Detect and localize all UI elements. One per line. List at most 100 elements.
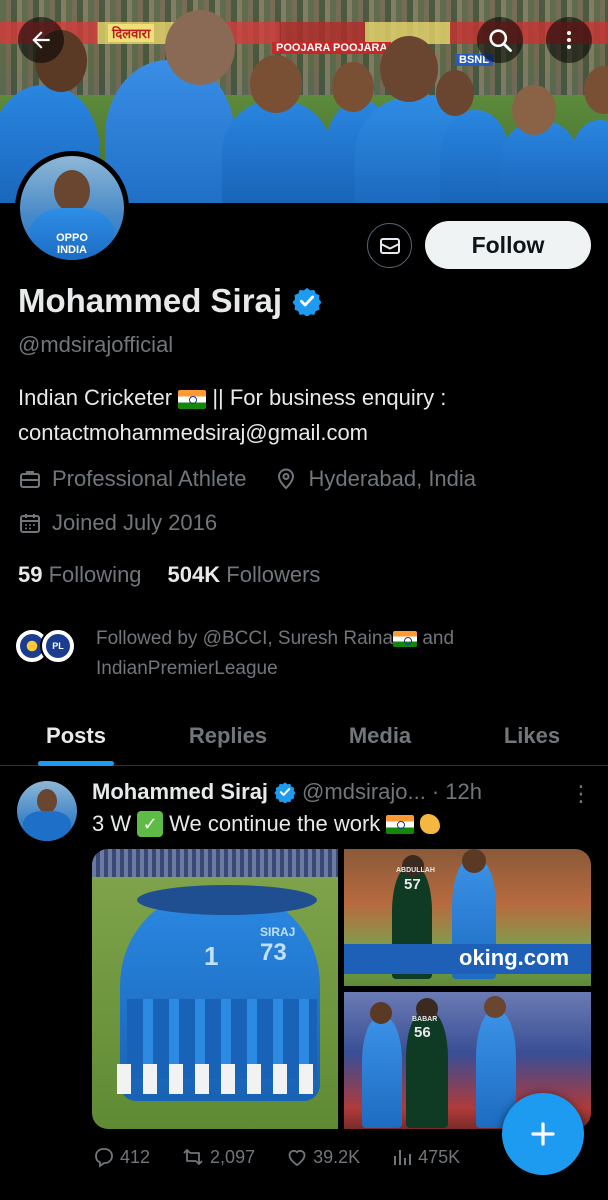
back-arrow-icon [32,31,50,49]
banner-ad-text: POOJARA POOJARA [272,42,392,54]
mail-icon [379,237,400,254]
message-button[interactable] [367,223,412,268]
banner-ad-text: दिलवारा [108,24,155,42]
followers-count: 504K [167,562,221,587]
bio-email[interactable]: contactmohammedsiraj@gmail.com [18,415,598,450]
profile-joined: Joined July 2016 [18,510,217,536]
banner-player-head [332,62,374,112]
views-button[interactable]: 475K [390,1145,460,1169]
plus-icon [531,1122,555,1146]
reply-count: 412 [120,1146,151,1167]
ipl-logo: PL [40,628,76,664]
verified-badge-icon [274,782,296,803]
avatar-head [54,170,90,212]
tab-likes[interactable]: Likes [456,706,608,765]
profile-handle: @mdsirajofficial [18,332,174,357]
jersey-number: 1 [204,941,219,971]
bio-line-1: Indian Cricketer || For business enquiry… [18,380,598,415]
post-author-name[interactable]: Mohammed Siraj [92,779,268,805]
banner-player [222,100,332,203]
post-more-button[interactable]: ⋮ [570,781,592,807]
ad-board-text: oking.com [459,945,570,970]
compose-post-button[interactable] [502,1093,584,1175]
tab-posts[interactable]: Posts [0,706,152,765]
location-text: Hyderabad, India [308,466,477,491]
bio-text: Indian Cricketer [18,385,173,410]
views-count: 475K [418,1146,461,1167]
calendar-icon [20,514,40,533]
avatar-photo: OPPO INDIA [20,156,124,260]
jersey-name: SIRAJ [260,925,296,939]
joined-text: Joined July 2016 [52,510,218,535]
banner-player-head [512,85,556,135]
profile-name-row: Mohammed Siraj [18,282,322,320]
post-text-body: We continue the work [169,811,381,836]
more-options-button[interactable] [546,17,592,63]
search-button[interactable] [477,17,523,63]
category-text: Professional Athlete [52,466,247,491]
views-icon [394,1150,412,1165]
profile-bio: Indian Cricketer || For business enquiry… [18,380,598,450]
india-flag-emoji [393,630,418,647]
profile-name: Mohammed Siraj [18,282,283,319]
briefcase-icon [20,471,40,488]
profile-stats: 59 Following 504K Followers [18,562,320,588]
followers-link[interactable]: 504K Followers [168,562,321,588]
profile-tabs: Posts Replies Media Likes [0,706,608,766]
post-header: Mohammed Siraj @mdsirajo... · 12h [92,779,482,805]
reply-icon [95,1148,113,1168]
jersey-number: 73 [260,939,287,966]
more-vertical-icon [567,31,571,49]
flexed-biceps-emoji [420,814,441,834]
profile-avatar[interactable]: OPPO INDIA [15,151,129,265]
back-button[interactable] [18,17,64,63]
search-icon [489,29,512,52]
repost-count: 2,097 [210,1146,256,1167]
verified-badge-icon[interactable] [292,286,322,316]
avatar-jersey-text: OPPO INDIA [56,232,88,256]
check-emoji: ✓ [137,811,164,837]
following-count: 59 [18,562,43,587]
banner-player-head [250,55,302,113]
followed-by-names: Followed by @BCCI, Suresh Raina [96,628,394,649]
jersey-name: BABAR [412,1016,438,1023]
jersey-number: 56 [414,1024,431,1041]
bio-text: || For business enquiry : [212,385,447,410]
followed-by-and: and [422,628,455,649]
like-button[interactable]: 39.2K [285,1145,360,1169]
banner-player-head [380,36,438,102]
location-pin-icon [278,468,295,490]
followed-by-names-2: IndianPremierLeague [96,658,278,679]
jersey-number: 57 [404,876,421,893]
banner-player-head [165,10,235,85]
followers-label: Followers [226,562,321,587]
tab-media[interactable]: Media [304,706,456,765]
india-flag-emoji [178,389,207,409]
post-actions: 412 2,097 39.2K 475K [92,1145,522,1169]
india-flag-emoji [386,814,415,834]
followed-by[interactable]: PL Followed by @BCCI, Suresh Raina and I… [14,624,536,684]
reply-button[interactable]: 412 [92,1145,150,1169]
jersey-name: ABDULLAH [396,867,435,874]
like-count: 39.2K [313,1146,361,1167]
post-time: · 12h [431,779,483,804]
post-text: 3 W ✓ We continue the work [92,811,441,837]
followed-by-text: Followed by @BCCI, Suresh Raina and Indi… [96,624,536,684]
following-label: Following [48,562,142,587]
post-author-handle: @mdsirajo... [302,779,426,804]
banner-player [105,60,235,203]
followed-by-avatars: PL [14,624,84,664]
post-text-prefix: 3 W [92,811,132,836]
repost-button[interactable]: 2,097 [180,1145,255,1169]
follow-button[interactable]: Follow [425,221,591,269]
post-image-batsman[interactable]: ABDULLAH 57 oking.com [344,849,591,986]
repost-icon [183,1149,203,1165]
following-link[interactable]: 59 Following [18,562,142,588]
tab-replies[interactable]: Replies [152,706,304,765]
post-image-huddle[interactable]: 1 SIRAJ 73 [92,849,338,1129]
profile-category: Professional Athlete Hyderabad, India [18,466,476,492]
post-media-grid: 1 SIRAJ 73 ABDULLAH 57 oking.com BABAR 5… [92,849,591,1129]
like-icon [288,1149,306,1167]
banner-player-head [436,70,474,116]
post-author-avatar[interactable] [17,781,77,841]
